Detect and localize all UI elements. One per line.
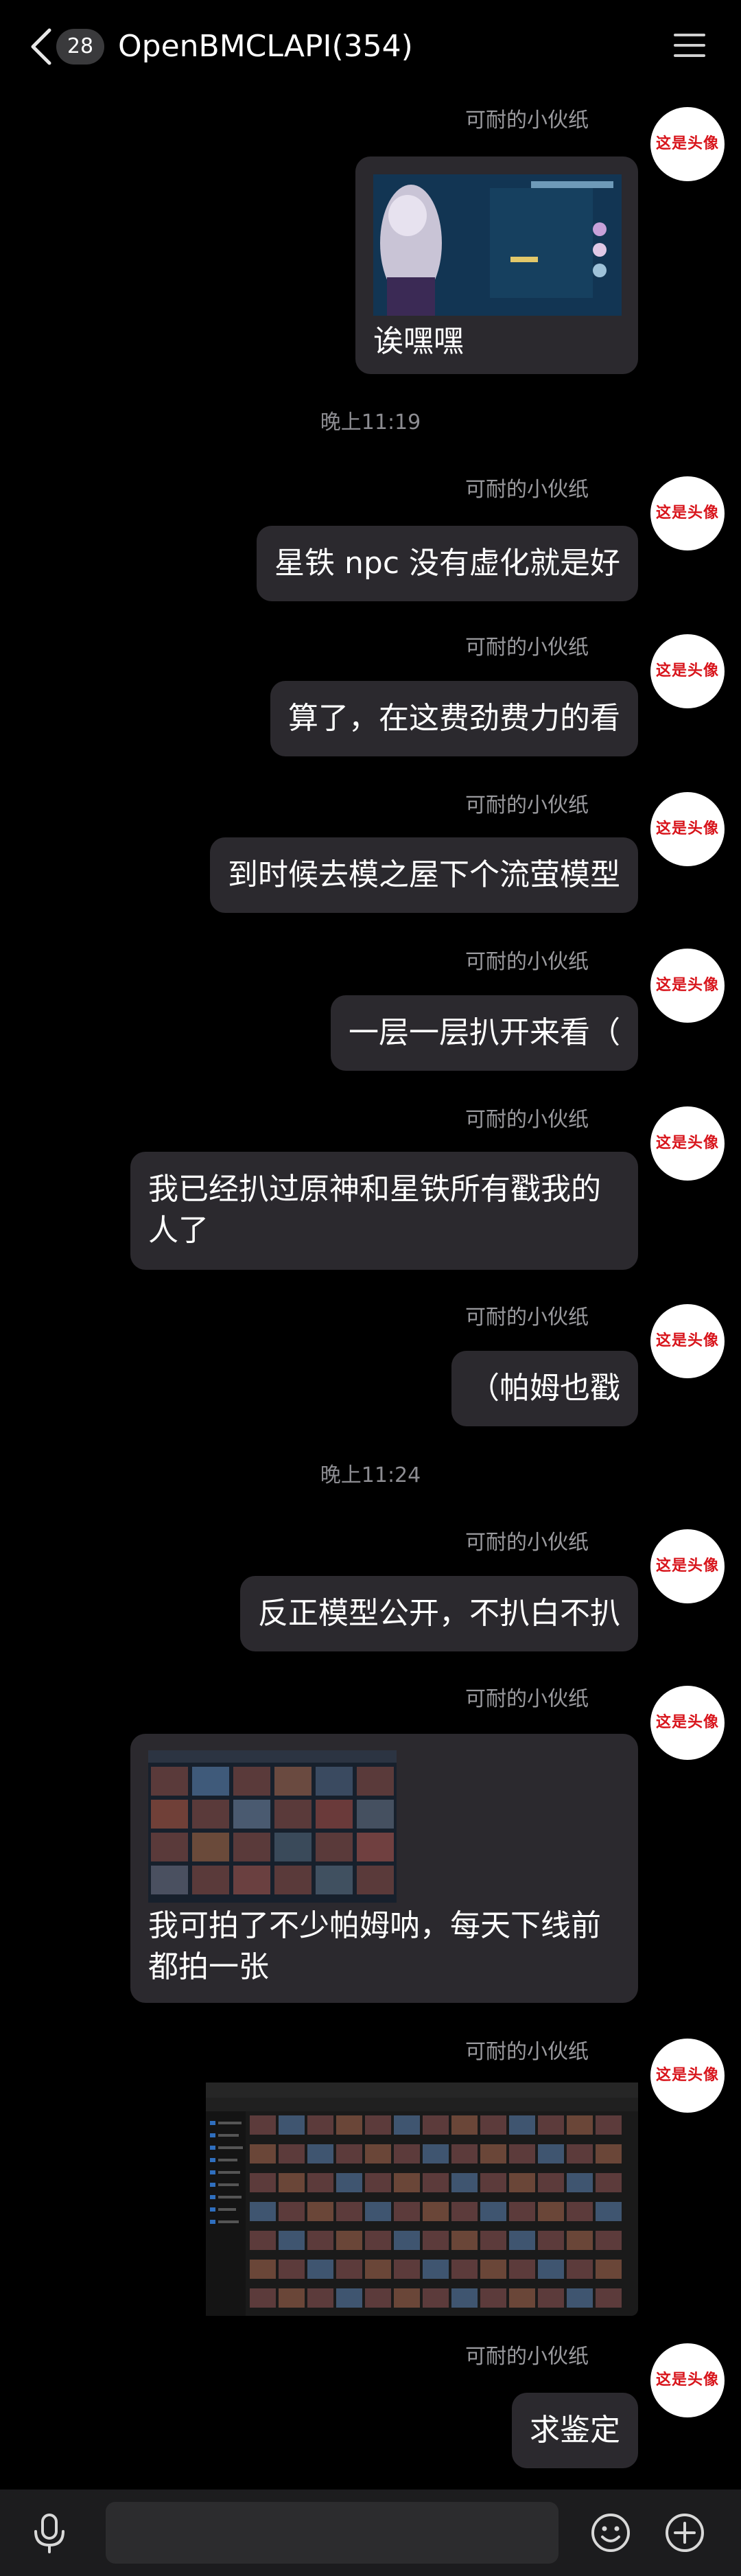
message-bubble[interactable]: 到时候去模之屋下个流萤模型 (210, 837, 638, 913)
message-bubble[interactable]: 反正模型公开，不扒白不扒 (240, 1576, 638, 1651)
avatar-label: 这是头像 (655, 2371, 719, 2389)
sender-name: 可耐的小伙纸 (465, 1108, 589, 1132)
message-text: 一层一层扒开来看（ (349, 1015, 620, 1050)
sender-name: 可耐的小伙纸 (465, 2345, 589, 2369)
message-bubble[interactable]: 我已经扒过原神和星铁所有戳我的 人了 (130, 1152, 638, 1270)
message-bubble[interactable]: 星铁 npc 没有虚化就是好 (257, 526, 638, 601)
avatar[interactable]: 这是头像 (650, 1106, 725, 1181)
sender-name: 可耐的小伙纸 (465, 1687, 589, 1711)
timestamp: 晚上11:19 (320, 410, 421, 434)
message-text: 求鉴定 (530, 2413, 620, 2448)
sender-name: 可耐的小伙纸 (465, 2040, 589, 2064)
microphone-icon[interactable] (29, 2512, 70, 2553)
sender-name: 可耐的小伙纸 (465, 793, 589, 817)
message-text: 我已经扒过原神和星铁所有戳我的 人了 (148, 1172, 601, 1248)
message-bubble[interactable]: 我可拍了不少帕姆呐，每天下线前 都拍一张 (130, 1734, 638, 2003)
chat-title: OpenBMCLAPI(354) (118, 29, 413, 64)
message-bubble[interactable]: 求鉴定 (512, 2393, 638, 2468)
avatar[interactable]: 这是头像 (650, 792, 725, 866)
chat-screen: 28 OpenBMCLAPI(354) 这是头像 可耐的小伙纸 诶嘿嘿 晚上11… (0, 0, 741, 2576)
avatar[interactable]: 这是头像 (650, 1304, 725, 1378)
avatar[interactable]: 这是头像 (650, 1529, 725, 1603)
message-bubble[interactable]: （帕姆也戳 (451, 1351, 638, 1426)
message-text: 反正模型公开，不扒白不扒 (258, 1596, 620, 1631)
avatar-label: 这是头像 (655, 1134, 719, 1152)
hamburger-menu-icon[interactable] (674, 32, 705, 59)
avatar-label: 这是头像 (655, 1713, 719, 1731)
sender-name: 可耐的小伙纸 (465, 950, 589, 974)
sender-name: 可耐的小伙纸 (465, 108, 589, 132)
emoji-icon[interactable] (590, 2512, 631, 2553)
message-text: 到时候去模之屋下个流萤模型 (228, 857, 620, 892)
avatar-label: 这是头像 (655, 504, 719, 522)
message-input[interactable] (106, 2502, 558, 2564)
message-text: （帕姆也戳 (469, 1371, 620, 1406)
chat-header: 28 OpenBMCLAPI(354) (0, 0, 741, 93)
chevron-left-icon[interactable] (27, 26, 55, 67)
sender-name: 可耐的小伙纸 (465, 636, 589, 660)
photo-gallery-image[interactable] (148, 1750, 397, 1903)
message-bubble[interactable]: 算了，在这费劲费力的看 (270, 681, 638, 756)
message-text: 星铁 npc 没有虚化就是好 (274, 546, 620, 581)
message-text: 我可拍了不少帕姆呐，每天下线前 都拍一张 (148, 1908, 601, 1984)
message-text: 诶嘿嘿 (373, 324, 464, 359)
sender-name: 可耐的小伙纸 (465, 1531, 589, 1555)
plus-circle-icon[interactable] (664, 2512, 705, 2553)
sender-name: 可耐的小伙纸 (465, 478, 589, 502)
avatar[interactable]: 这是头像 (650, 949, 725, 1023)
message-input-bar (0, 2490, 741, 2576)
avatar-label: 这是头像 (655, 2066, 719, 2084)
avatar[interactable]: 这是头像 (650, 1686, 725, 1760)
avatar[interactable]: 这是头像 (650, 476, 725, 550)
sender-name: 可耐的小伙纸 (465, 1306, 589, 1330)
game-screenshot-image[interactable] (373, 174, 622, 316)
avatar[interactable]: 这是头像 (650, 107, 725, 181)
file-explorer-image[interactable] (206, 2082, 638, 2316)
avatar-label: 这是头像 (655, 1332, 719, 1349)
message-bubble[interactable]: 一层一层扒开来看（ (331, 995, 638, 1071)
avatar-label: 这是头像 (655, 820, 719, 837)
avatar[interactable]: 这是头像 (650, 2039, 725, 2113)
avatar[interactable]: 这是头像 (650, 634, 725, 708)
message-text: 算了，在这费劲费力的看 (288, 701, 620, 736)
unread-count-badge[interactable]: 28 (56, 29, 104, 65)
avatar-label: 这是头像 (655, 976, 719, 994)
avatar[interactable]: 这是头像 (650, 2343, 725, 2417)
avatar-label: 这是头像 (655, 1557, 719, 1575)
timestamp: 晚上11:24 (320, 1463, 421, 1487)
avatar-label: 这是头像 (655, 662, 719, 680)
avatar-label: 这是头像 (655, 135, 719, 152)
message-bubble[interactable]: 诶嘿嘿 (355, 156, 638, 374)
